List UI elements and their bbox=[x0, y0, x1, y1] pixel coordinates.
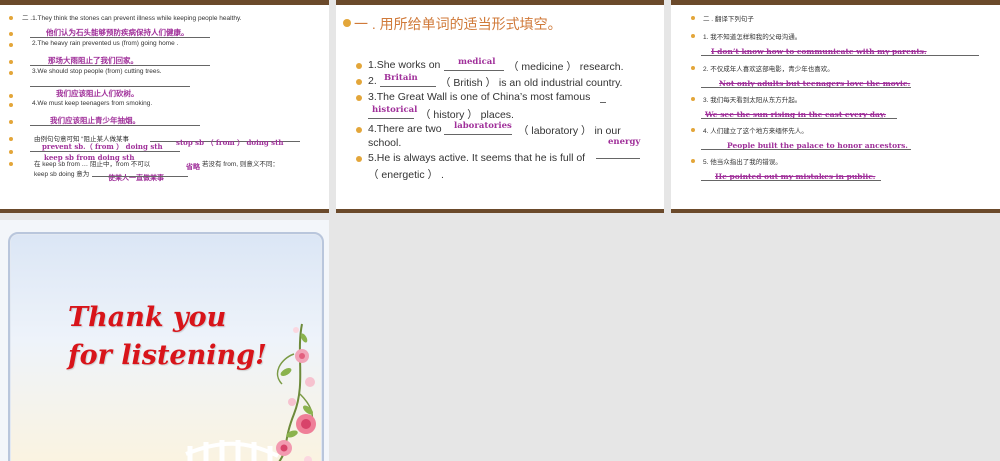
note-2: 在 keep sb from … 阻止中，from 不可以 bbox=[34, 161, 151, 168]
item-5-text: 5.He is always active. It seems that he … bbox=[368, 152, 586, 164]
slide-bottom-bar bbox=[336, 209, 664, 213]
item-1-answer: medical bbox=[458, 57, 496, 67]
bullet-icon bbox=[9, 71, 13, 75]
slide-3[interactable]: 二 . 翻译下列句子 1. 我不知道怎样和我的父母沟通。 I don’t kno… bbox=[671, 0, 1000, 213]
blank-line bbox=[596, 158, 640, 159]
bullet-icon bbox=[691, 34, 695, 38]
bullet-icon bbox=[356, 95, 362, 101]
bullet-icon bbox=[9, 120, 13, 124]
sentence-3: 3.We should stop people (from) cutting t… bbox=[32, 68, 162, 75]
item-1-rest: （ medicine ） research. bbox=[508, 61, 624, 73]
item-3-answer: historical bbox=[372, 105, 418, 115]
bullet-icon bbox=[343, 19, 351, 27]
bullet-icon bbox=[9, 60, 13, 64]
blank-line bbox=[701, 118, 897, 119]
answer-3: 我们应该阻止人们砍树。 bbox=[56, 89, 139, 98]
slide-bottom-bar bbox=[0, 209, 329, 213]
bullet-icon bbox=[9, 137, 13, 141]
bullet-icon bbox=[691, 66, 695, 70]
blank-line bbox=[30, 151, 180, 152]
slide-top-bar bbox=[671, 0, 1000, 5]
slide-top-bar bbox=[0, 0, 329, 5]
blank-line bbox=[600, 102, 606, 103]
slide-title: 二 . 翻译下列句子 bbox=[703, 16, 754, 23]
item-3-text: 3.The Great Wall is one of China’s most … bbox=[368, 91, 591, 103]
sentence-4: 4.We must keep teenagers from smoking. bbox=[32, 100, 153, 107]
item-4-answer: laboratories bbox=[454, 121, 512, 131]
blank-line bbox=[444, 134, 512, 135]
bullet-icon bbox=[691, 16, 695, 20]
item-5-rest: （ energetic ） . bbox=[368, 169, 444, 181]
bullet-icon bbox=[356, 79, 362, 85]
blank-line bbox=[701, 180, 881, 181]
note-3: keep sb doing 意为 bbox=[34, 171, 90, 178]
answer-note-b: stop sb （ from ） doing sth bbox=[176, 138, 284, 147]
item-4-text: 4.There are two bbox=[368, 123, 442, 135]
answer-keep-doing: 使某人一直做某事 bbox=[108, 173, 164, 182]
item-2-text: 2. bbox=[368, 75, 377, 87]
item-1-text: 1.She works on bbox=[368, 59, 441, 71]
slide-4[interactable]: Thank you for listening! bbox=[0, 220, 329, 461]
slide-1[interactable]: 二 .1.They think the stones can prevent i… bbox=[0, 0, 329, 213]
slide-2[interactable]: 一 . 用所给单词的适当形式填空。 1.She works on medical… bbox=[336, 0, 664, 213]
bullet-icon bbox=[9, 103, 13, 107]
blank-line bbox=[30, 86, 190, 87]
blank-line bbox=[701, 87, 911, 88]
question-3: 3. 我们每天看到太阳从东方升起。 bbox=[703, 97, 802, 104]
question-4: 4. 人们建立了这个地方来缅怀先人。 bbox=[703, 128, 808, 135]
blank-line bbox=[30, 65, 210, 66]
blank-line bbox=[701, 55, 979, 56]
blank-line bbox=[701, 149, 911, 150]
answer-omit: 省略 bbox=[186, 162, 200, 171]
thank-you-line-2: for listening! bbox=[68, 340, 267, 371]
item-3-rest: （ history ） places. bbox=[420, 109, 514, 121]
bullet-icon bbox=[9, 32, 13, 36]
bullet-icon bbox=[9, 94, 13, 98]
sentence-1: 二 .1.They think the stones can prevent i… bbox=[22, 15, 242, 22]
sentence-2: 2.The heavy rain prevented us (from) goi… bbox=[32, 40, 179, 47]
question-5: 5. 他当众指出了我的错误。 bbox=[703, 159, 782, 166]
bullet-icon bbox=[9, 16, 13, 20]
blank-line bbox=[30, 125, 200, 126]
question-2: 2. 不仅成年人喜欢这部电影，青少年也喜欢。 bbox=[703, 66, 834, 73]
slide-title: 一 . 用所给单词的适当形式填空。 bbox=[354, 16, 562, 32]
bullet-icon bbox=[691, 97, 695, 101]
bullet-icon bbox=[356, 63, 362, 69]
slide-bottom-bar bbox=[671, 209, 1000, 213]
thank-you-line-1: Thank you bbox=[68, 302, 227, 333]
blank-line bbox=[92, 176, 188, 177]
blank-line bbox=[368, 118, 414, 119]
bullet-icon bbox=[9, 150, 13, 154]
blank-line bbox=[380, 86, 436, 87]
bullet-icon bbox=[691, 159, 695, 163]
bullet-icon bbox=[356, 127, 362, 133]
bullet-icon bbox=[356, 156, 362, 162]
question-1: 1. 我不知道怎样和我的父母沟通。 bbox=[703, 34, 802, 41]
item-2-rest: （ British ） is an old industrial country… bbox=[440, 77, 623, 89]
blank-line bbox=[30, 37, 210, 38]
item-5-answer: energy bbox=[608, 137, 641, 147]
bullet-icon bbox=[9, 162, 13, 166]
blank-line bbox=[444, 70, 504, 71]
note-2-tail: 若没有 from, 则意义不同： bbox=[202, 161, 279, 168]
item-4-rest: （ laboratory ） in our bbox=[518, 125, 621, 137]
slide-top-bar bbox=[336, 0, 664, 5]
item-4-rest-2: school. bbox=[368, 137, 402, 149]
bullet-icon bbox=[691, 128, 695, 132]
bullet-icon bbox=[9, 43, 13, 47]
item-2-answer: Britain bbox=[384, 73, 418, 83]
